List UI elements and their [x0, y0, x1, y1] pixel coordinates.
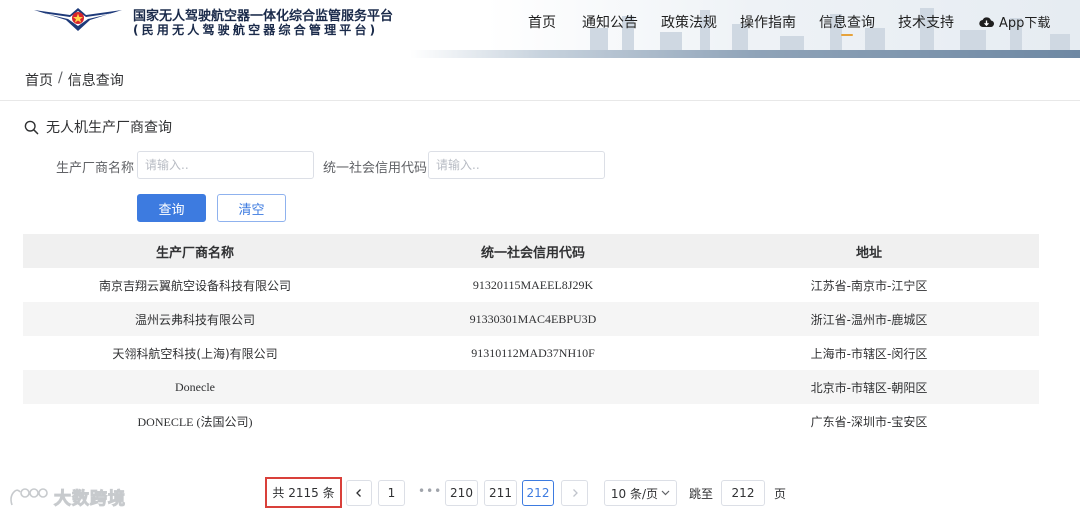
cell-manufacturer: 天翎科航空科技(上海)有限公司 — [112, 346, 278, 361]
watermark: 大数跨境 — [8, 484, 126, 510]
search-icon — [24, 120, 39, 134]
cell-manufacturer: 温州云弗科技有限公司 — [134, 312, 255, 327]
platform-subtitle: (民用无人驾驶航空器综合管理平台) — [133, 23, 379, 37]
nav-tech-support[interactable]: 技术支持 — [898, 12, 954, 32]
pagination-prev-button[interactable] — [346, 480, 372, 506]
page-size-value: 10 条/页 — [610, 486, 659, 501]
chevron-right-icon — [572, 489, 578, 497]
cell-manufacturer: 南京吉翔云翼航空设备科技有限公司 — [98, 278, 291, 293]
query-button[interactable]: 查询 — [137, 194, 206, 222]
cell-credit-code: 91320115MAEEL8J29K — [472, 277, 594, 292]
jump-suffix: 页 — [774, 487, 787, 501]
cell-manufacturer: DONECLE (法国公司) — [137, 414, 253, 429]
watermark-logo-icon — [10, 487, 48, 505]
cell-address: 北京市-市辖区-朝阳区 — [810, 380, 928, 395]
table-row: 天翎科航空科技(上海)有限公司 91310112MAD37NH10F 上海市-市… — [23, 336, 1039, 370]
table-row: DONECLE (法国公司) 广东省-深圳市-宝安区 — [23, 404, 1039, 438]
cell-address: 江苏省-南京市-江宁区 — [810, 278, 928, 293]
app-download-label: App下载 — [999, 16, 1051, 31]
pagination-page-1[interactable]: 1 — [378, 480, 405, 506]
breadcrumb-divider — [0, 100, 1080, 101]
pagination-page-210[interactable]: 210 — [445, 480, 478, 506]
cell-credit-code: 91330301MAC4EBPU3D — [469, 311, 597, 326]
pagination-page-212[interactable]: 212 — [522, 480, 554, 506]
nav-policies[interactable]: 政策法规 — [661, 12, 717, 32]
table-row: 南京吉翔云翼航空设备科技有限公司 91320115MAEEL8J29K 江苏省-… — [23, 268, 1039, 302]
breadcrumb-home[interactable]: 首页 — [25, 70, 53, 90]
manufacturer-input[interactable] — [137, 151, 314, 179]
nav-info-query[interactable]: 信息查询 — [819, 12, 875, 36]
breadcrumb-current: 信息查询 — [67, 73, 124, 89]
header-manufacturer: 生产厂商名称 — [155, 245, 234, 261]
cell-address: 广东省-深圳市-宝安区 — [810, 414, 928, 429]
manufacturer-table: 生产厂商名称 统一社会信用代码 地址 南京吉翔云翼航空设备科技有限公司 9132… — [23, 234, 1039, 438]
app-download-link[interactable]: App下载 — [979, 12, 1050, 31]
pagination-total: 共 2115 条 — [265, 477, 342, 508]
section-title: 无人机生产厂商查询 — [24, 117, 172, 137]
cloud-download-icon — [979, 16, 994, 27]
clear-button[interactable]: 清空 — [217, 194, 286, 222]
header-credit-code: 统一社会信用代码 — [480, 245, 585, 261]
cell-address: 上海市-市辖区-闵行区 — [810, 346, 928, 361]
manufacturer-label: 生产厂商名称 — [56, 161, 135, 176]
nav-guide[interactable]: 操作指南 — [740, 12, 796, 32]
cell-address: 浙江省-温州市-鹿城区 — [810, 312, 928, 327]
watermark-text: 大数跨境 — [54, 489, 126, 510]
credit-code-label: 统一社会信用代码 — [323, 161, 428, 176]
table-header: 生产厂商名称 统一社会信用代码 地址 — [23, 234, 1039, 268]
pagination-more[interactable]: ••• — [418, 484, 442, 498]
cell-credit-code: 91310112MAD37NH10F — [471, 345, 595, 360]
header-address: 地址 — [855, 245, 882, 261]
pagination-page-211[interactable]: 211 — [484, 480, 517, 506]
header-stripe — [0, 50, 1080, 58]
pagination-next-button[interactable] — [561, 480, 588, 506]
section-title-text: 无人机生产厂商查询 — [46, 120, 172, 136]
table-row: Donecle 北京市-市辖区-朝阳区 — [23, 370, 1039, 404]
chevron-left-icon — [356, 489, 361, 497]
jump-label: 跳至 — [689, 487, 714, 501]
chevron-down-icon — [661, 490, 670, 496]
page-size-select[interactable]: 10 条/页 — [604, 480, 677, 506]
breadcrumb: 首页 / 信息查询 — [25, 70, 124, 90]
nav-announcements[interactable]: 通知公告 — [582, 12, 638, 32]
jump-page-input[interactable] — [721, 480, 765, 506]
nav-home[interactable]: 首页 — [528, 12, 556, 32]
breadcrumb-separator: / — [58, 70, 63, 86]
table-row: 温州云弗科技有限公司 91330301MAC4EBPU3D 浙江省-温州市-鹿城… — [23, 302, 1039, 336]
credit-code-input[interactable] — [428, 151, 605, 179]
caac-logo-icon — [34, 8, 122, 31]
top-header: 国家无人驾驶航空器一体化综合监管服务平台 (民用无人驾驶航空器综合管理平台) 首… — [0, 0, 1080, 58]
cell-manufacturer: Donecle — [175, 379, 215, 394]
